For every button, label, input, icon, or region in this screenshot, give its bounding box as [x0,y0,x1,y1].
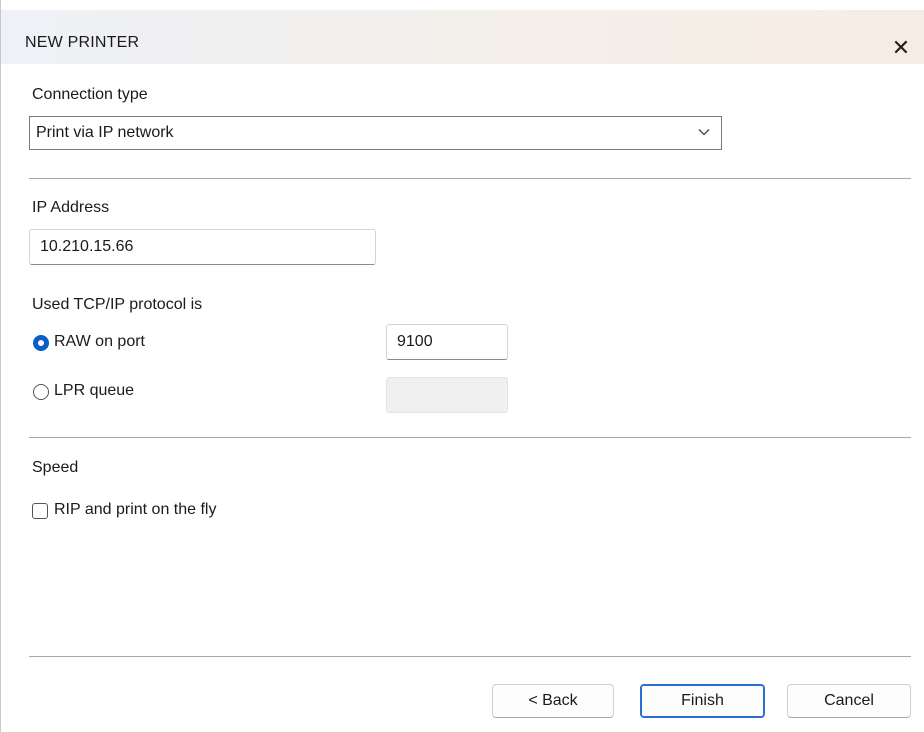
lpr-queue-radio[interactable] [33,384,49,400]
protocol-label: Used TCP/IP protocol is [32,296,203,313]
back-button[interactable]: < Back [492,684,614,718]
ip-address-value: 10.210.15.66 [40,238,134,255]
rip-on-the-fly-checkbox[interactable] [32,503,48,519]
speed-label: Speed [32,459,79,476]
title-bar: NEW PRINTER ✕ [1,10,924,64]
raw-port-value: 9100 [397,333,433,350]
connection-type-value: Print via IP network [36,124,174,141]
chevron-down-icon [698,129,710,136]
close-icon: ✕ [891,35,911,60]
lpr-queue-label: LPR queue [54,382,135,399]
new-printer-dialog: NEW PRINTER ✕ Connection type Print via … [0,0,924,732]
divider-connection [29,178,911,179]
top-strip [1,0,924,10]
rip-on-the-fly-label: RIP and print on the fly [54,501,217,518]
connection-type-select[interactable]: Print via IP network [29,116,722,150]
raw-port-input[interactable]: 9100 [386,324,508,360]
ip-address-label: IP Address [32,199,110,216]
raw-port-label: RAW on port [54,333,145,350]
close-button[interactable]: ✕ [881,28,921,68]
raw-port-radio[interactable] [33,335,49,351]
dialog-title: NEW PRINTER [25,34,140,51]
cancel-button[interactable]: Cancel [787,684,911,718]
divider-protocol [29,437,911,438]
connection-type-label: Connection type [32,86,148,103]
divider-buttons [29,656,911,657]
finish-button[interactable]: Finish [640,684,765,718]
ip-address-input[interactable]: 10.210.15.66 [29,229,376,265]
lpr-queue-input[interactable] [386,377,508,413]
